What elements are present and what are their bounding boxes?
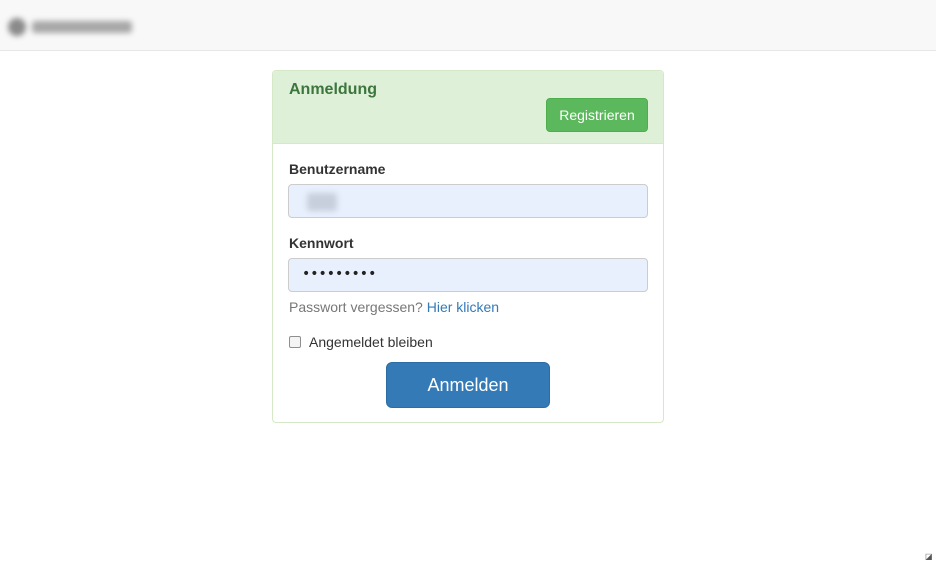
username-field[interactable] <box>288 184 648 218</box>
panel-title: Anmeldung <box>289 81 377 98</box>
remember-me-label: Angemeldet bleiben <box>309 334 433 350</box>
login-panel-heading: Anmeldung Registrieren <box>273 71 663 144</box>
forgot-password-row: Passwort vergessen? Hier klicken <box>289 299 499 315</box>
remember-me-row[interactable]: Angemeldet bleiben <box>289 334 433 350</box>
forgot-password-text: Passwort vergessen? <box>289 299 423 315</box>
login-panel: Anmeldung Registrieren Benutzername Kenn… <box>272 70 664 423</box>
password-value: ••••••••• <box>302 266 377 282</box>
brand-logo[interactable] <box>8 12 158 42</box>
password-field[interactable]: ••••••••• <box>288 258 648 292</box>
username-label: Benutzername <box>289 161 386 177</box>
register-button[interactable]: Registrieren <box>546 98 648 132</box>
username-value-blurred <box>307 193 337 211</box>
forgot-password-link[interactable]: Hier klicken <box>427 299 499 315</box>
top-navbar <box>0 0 936 51</box>
brand-name-blurred <box>32 21 132 33</box>
brand-logo-icon <box>8 18 26 36</box>
resize-corner-icon: ◪ <box>925 552 933 561</box>
login-button[interactable]: Anmelden <box>386 362 550 408</box>
remember-me-checkbox[interactable] <box>289 336 301 348</box>
password-label: Kennwort <box>289 235 354 251</box>
